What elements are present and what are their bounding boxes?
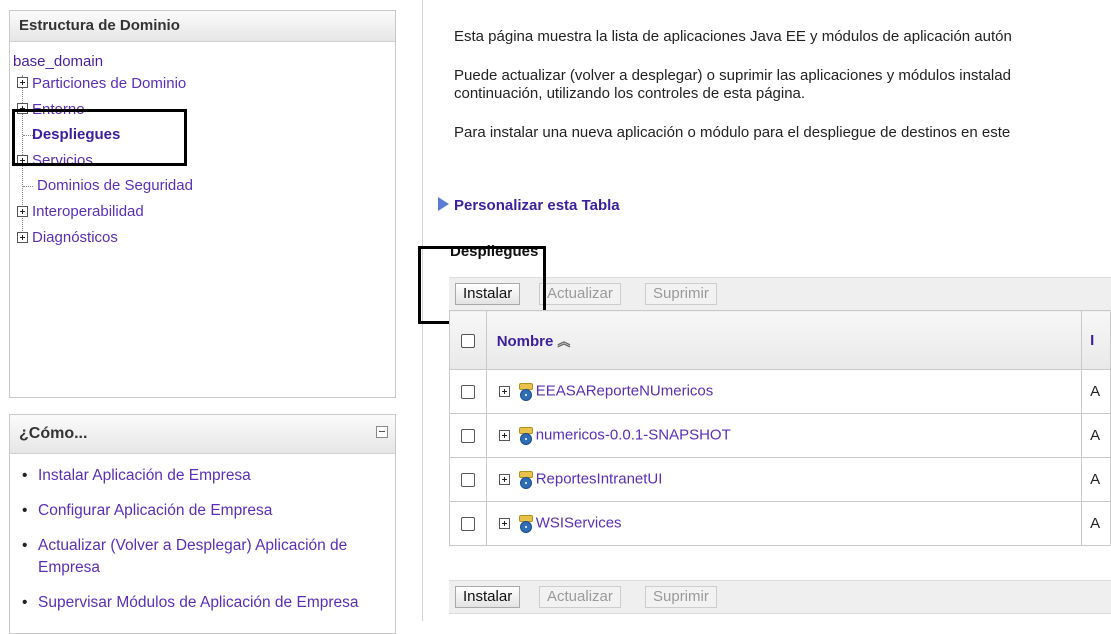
row-checkbox-cell [449, 369, 487, 414]
howto-item-monitor[interactable]: Supervisar Módulos de Aplicación de Empr… [10, 592, 390, 614]
application-icon [518, 426, 533, 445]
row-name-cell: ReportesIntranetUI [485, 457, 1083, 502]
howto-title-text: ¿Cómo... [19, 425, 88, 442]
expand-icon[interactable] [17, 77, 28, 88]
row-checkbox-cell [449, 501, 487, 546]
domain-structure-title: Estructura de Dominio [10, 11, 395, 42]
tree-item-interoperabilidad[interactable]: Interoperabilidad [32, 203, 144, 221]
table-header-row: Nombre ︽ I [449, 310, 1111, 370]
expand-icon[interactable] [17, 206, 28, 217]
delete-button[interactable]: Suprimir [645, 586, 717, 608]
table-row: WSIServices A [449, 501, 1111, 546]
update-button[interactable]: Actualizar [539, 283, 621, 305]
row-next-cell: A [1081, 457, 1111, 502]
row-next-cell: A [1081, 501, 1111, 546]
install-button[interactable]: Instalar [455, 586, 521, 608]
select-all-checkbox[interactable] [460, 333, 475, 348]
toolbar-bottom: Instalar Actualizar Suprimir [449, 580, 1111, 614]
row-name-cell: EEASAReporteNUmericos [485, 369, 1083, 414]
howto-panel: ¿Cómo... Instalar Aplicación de Empresa … [9, 414, 396, 634]
row-checkbox[interactable] [460, 429, 475, 444]
row-checkbox-cell [449, 457, 487, 502]
application-icon [518, 470, 533, 489]
howto-item-update[interactable]: Actualizar (Volver a Desplegar) Aplicaci… [10, 535, 390, 579]
howto-title: ¿Cómo... [10, 415, 395, 454]
name-header-label: Nombre [496, 332, 554, 350]
delete-button[interactable]: Suprimir [645, 283, 717, 305]
select-all-cell [449, 310, 487, 370]
row-checkbox-cell [449, 413, 487, 458]
application-link[interactable]: ReportesIntranetUI [536, 471, 663, 488]
left-column: Estructura de Dominio base_domain Partic… [0, 0, 422, 634]
howto-item-configure[interactable]: Configurar Aplicación de Empresa [10, 500, 390, 522]
annotation-highlight-box [12, 109, 187, 166]
tree-item-particiones[interactable]: Particiones de Dominio [32, 75, 186, 93]
expand-icon[interactable] [17, 232, 28, 243]
howto-list: Instalar Aplicación de Empresa Configura… [10, 465, 390, 627]
row-next-cell: A [1081, 369, 1111, 414]
row-next-cell: A [1081, 413, 1111, 458]
tree-item-dominios-seguridad[interactable]: Dominios de Seguridad [37, 177, 193, 195]
row-name-cell: numericos-0.0.1-SNAPSHOT [485, 413, 1083, 458]
application-link[interactable]: numericos-0.0.1-SNAPSHOT [536, 427, 731, 444]
application-link[interactable]: WSIServices [536, 515, 622, 532]
row-checkbox[interactable] [460, 385, 475, 400]
application-icon [518, 382, 533, 401]
application-link[interactable]: EEASAReporteNUmericos [536, 383, 714, 400]
collapse-icon[interactable] [376, 426, 388, 438]
expand-row-icon[interactable] [498, 474, 510, 486]
application-icon [518, 514, 533, 533]
row-name-cell: WSIServices [485, 501, 1083, 546]
table-row: numericos-0.0.1-SNAPSHOT A [449, 413, 1111, 458]
customize-table-link[interactable]: Personalizar esta Tabla [438, 197, 620, 214]
howto-item-install[interactable]: Instalar Aplicación de Empresa [10, 465, 390, 487]
next-column-header[interactable]: I [1081, 310, 1111, 370]
intro-paragraph-3: Para instalar una nueva aplicación o mód… [454, 124, 1011, 141]
expand-triangle-icon [438, 197, 449, 211]
customize-table-label: Personalizar esta Tabla [454, 197, 620, 214]
update-button[interactable]: Actualizar [539, 586, 621, 608]
expand-row-icon[interactable] [498, 430, 510, 442]
intro-paragraph-2a: Puede actualizar (volver a desplegar) o … [454, 67, 1011, 84]
row-checkbox[interactable] [460, 473, 475, 488]
name-column-header[interactable]: Nombre ︽ [485, 310, 1083, 370]
tree-root-base-domain[interactable]: base_domain [13, 53, 103, 70]
table-row: ReportesIntranetUI A [449, 457, 1111, 502]
intro-paragraph-2b: continuación, utilizando los controles d… [454, 85, 806, 102]
tree-item-diagnosticos[interactable]: Diagnósticos [32, 229, 118, 247]
intro-paragraph-1: Esta página muestra la lista de aplicaci… [454, 28, 1012, 45]
row-checkbox[interactable] [460, 517, 475, 532]
expand-row-icon[interactable] [498, 518, 510, 530]
expand-row-icon[interactable] [498, 386, 510, 398]
tree-connector [23, 186, 33, 187]
sort-ascending-icon[interactable]: ︽ [557, 331, 570, 350]
deployments-table: Nombre ︽ I EEASAReporteNUmericos A numeri… [449, 310, 1111, 546]
toolbar-top: Instalar Actualizar Suprimir [449, 277, 1111, 311]
table-row: EEASAReporteNUmericos A [449, 369, 1111, 414]
